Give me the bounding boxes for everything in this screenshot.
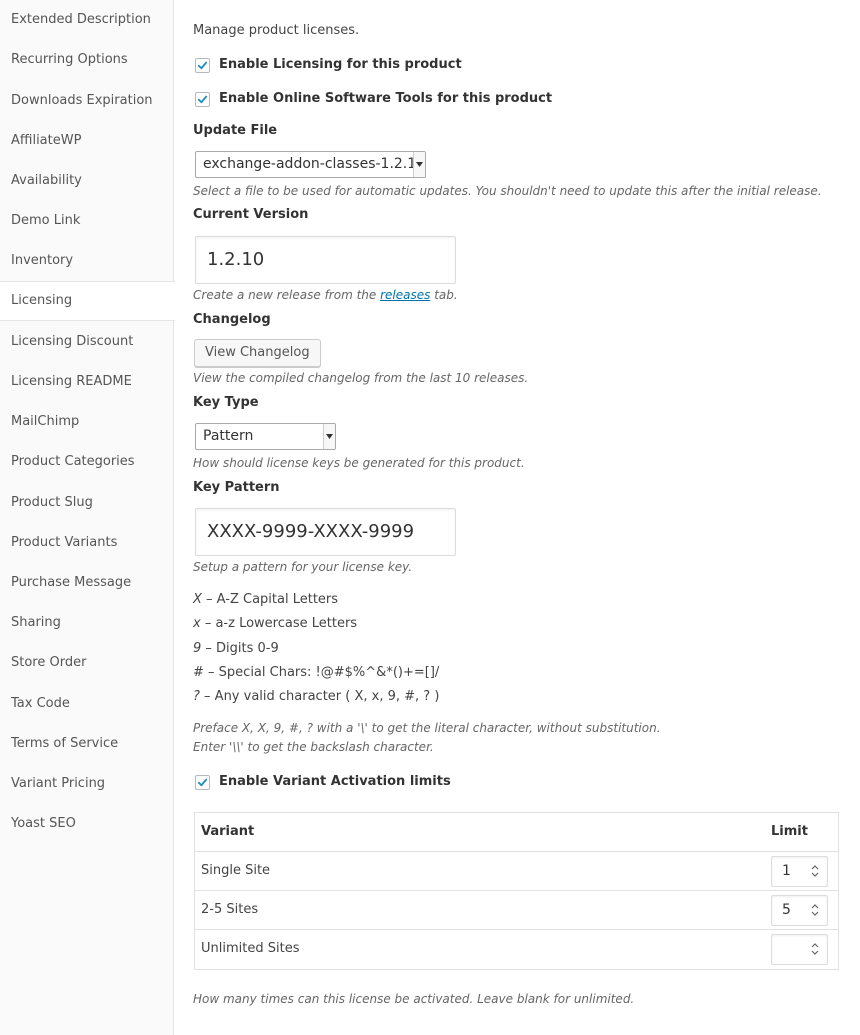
pattern-legend-item: X – A-Z Capital Letters [193,592,338,607]
checkmark-icon [197,95,208,104]
limit-input[interactable]: 5 [771,895,828,926]
sidebar-item-inventory[interactable]: Inventory [0,241,174,281]
sidebar-item-downloads-expiration[interactable]: Downloads Expiration [0,81,174,121]
pattern-legend-symbol: x [193,616,201,631]
variant-name: Single Site [201,863,271,878]
variant-name: 2-5 Sites [201,902,259,917]
variant-name: Unlimited Sites [201,941,300,956]
checkmark-icon [197,778,208,787]
sidebar-item-extended-description[interactable]: Extended Description [0,0,174,40]
enable-licensing-row: Enable Licensing for this product [195,57,595,74]
pattern-legend-symbol: # [193,665,204,680]
variant-limits-description: How many times can this license be activ… [193,992,635,1006]
current-version-description-tail: tab. [430,288,458,302]
current-version-input[interactable]: 1.2.10 [195,236,456,284]
current-version-label: Current Version [193,207,309,222]
sidebar-item-mailchimp[interactable]: MailChimp [0,402,174,442]
sidebar-item-availability[interactable]: Availability [0,161,174,201]
pattern-legend-symbol: X [193,592,202,607]
key-pattern-input[interactable]: XXXX-9999-XXXX-9999 [195,508,456,556]
table-row: Single Site 1 [195,851,838,891]
enable-variant-limits-row: Enable Variant Activation limits [195,774,595,791]
pattern-legend-item: # – Special Chars: !@#$%^&*()+=[]/ [193,665,439,680]
update-file-description: Select a file to be used for automatic u… [193,184,822,198]
update-file-selected: exchange-addon-classes-1.2.10 [203,156,426,172]
column-header-limit: Limit [771,824,808,839]
enable-licensing-checkbox[interactable] [195,58,210,73]
pattern-legend-text: – a-z Lowercase Letters [200,616,358,631]
enable-variant-limits-checkbox[interactable] [195,775,210,790]
update-file-select[interactable]: exchange-addon-classes-1.2.10 [195,151,426,178]
limit-value: 5 [782,902,791,918]
changelog-label: Changelog [193,312,271,327]
sidebar-item-product-variants[interactable]: Product Variants [0,523,174,563]
pattern-legend-text: – Digits 0-9 [201,641,279,656]
pattern-legend-item: x – a-z Lowercase Letters [193,616,357,631]
preface-note-line2: Enter '\\' to get the backslash characte… [193,740,434,754]
pattern-legend-item: 9 – Digits 0-9 [193,641,279,656]
licensing-panel: Manage product licenses. Enable Licensin… [193,0,853,1035]
table-row: Unlimited Sites [195,929,838,969]
intro-text: Manage product licenses. [193,23,360,38]
update-file-label: Update File [193,123,278,138]
view-changelog-button[interactable]: View Changelog [194,339,321,367]
limit-input[interactable] [771,934,828,965]
key-pattern-label: Key Pattern [193,480,280,495]
spinner-arrows-icon[interactable] [810,942,820,956]
key-type-selected: Pattern [203,428,254,444]
sidebar-item-sharing[interactable]: Sharing [0,603,174,643]
sidebar-item-recurring-options[interactable]: Recurring Options [0,40,174,80]
pattern-legend-text: – A-Z Capital Letters [201,592,339,607]
key-pattern-description: Setup a pattern for your license key. [193,560,413,574]
enable-online-tools-row: Enable Online Software Tools for this pr… [195,91,595,108]
sidebar-item-tax-code[interactable]: Tax Code [0,684,174,724]
enable-variant-limits-label[interactable]: Enable Variant Activation limits [219,774,451,789]
sidebar-item-licensing[interactable]: Licensing [0,281,175,321]
current-version-description-text: Create a new release from the [193,288,381,302]
spinner-arrows-icon[interactable] [810,903,820,917]
sidebar-item-licensing-discount[interactable]: Licensing Discount [0,322,174,362]
releases-link[interactable]: releases [380,288,430,302]
dropdown-arrow-icon [413,152,425,177]
current-version-description: Create a new release from the releases t… [193,288,458,302]
column-header-variant: Variant [201,824,255,839]
limit-input[interactable]: 1 [771,856,828,887]
sidebar-item-store-order[interactable]: Store Order [0,643,174,683]
sidebar-item-yoast-seo[interactable]: Yoast SEO [0,804,174,844]
variant-limits-table: Variant Limit Single Site 1 2-5 Sites 5 … [194,812,839,970]
dropdown-arrow-icon [323,424,335,449]
sidebar-item-terms-of-service[interactable]: Terms of Service [0,724,174,764]
sidebar-item-affiliatewp[interactable]: AffiliateWP [0,121,174,161]
sidebar-item-licensing-readme[interactable]: Licensing README [0,362,174,402]
preface-note-line1: Preface X, X, 9, #, ? with a '\' to get … [193,721,661,735]
enable-online-tools-label[interactable]: Enable Online Software Tools for this pr… [219,91,552,106]
sidebar-item-demo-link[interactable]: Demo Link [0,201,174,241]
pattern-legend-symbol: ? [193,689,200,704]
key-type-select[interactable]: Pattern [195,423,336,450]
enable-licensing-label[interactable]: Enable Licensing for this product [219,57,462,72]
pattern-legend-text: – Any valid character ( X, x, 9, #, ? ) [199,689,440,704]
pattern-legend-item: ? – Any valid character ( X, x, 9, #, ? … [193,689,439,704]
spinner-arrows-icon[interactable] [810,864,820,878]
changelog-description: View the compiled changelog from the las… [193,371,529,385]
sidebar-item-product-slug[interactable]: Product Slug [0,483,174,523]
sidebar-item-product-categories[interactable]: Product Categories [0,442,174,482]
key-type-label: Key Type [193,395,259,410]
sidebar: Extended Description Recurring Options D… [0,0,175,1035]
pattern-legend-text: – Special Chars: !@#$%^&*()+=[]/ [203,665,440,680]
limit-value: 1 [782,863,791,879]
sidebar-item-purchase-message[interactable]: Purchase Message [0,563,174,603]
key-type-description: How should license keys be generated for… [193,456,525,470]
enable-online-tools-checkbox[interactable] [195,92,210,107]
checkmark-icon [197,61,208,70]
sidebar-item-variant-pricing[interactable]: Variant Pricing [0,764,174,804]
table-row: 2-5 Sites 5 [195,890,838,930]
